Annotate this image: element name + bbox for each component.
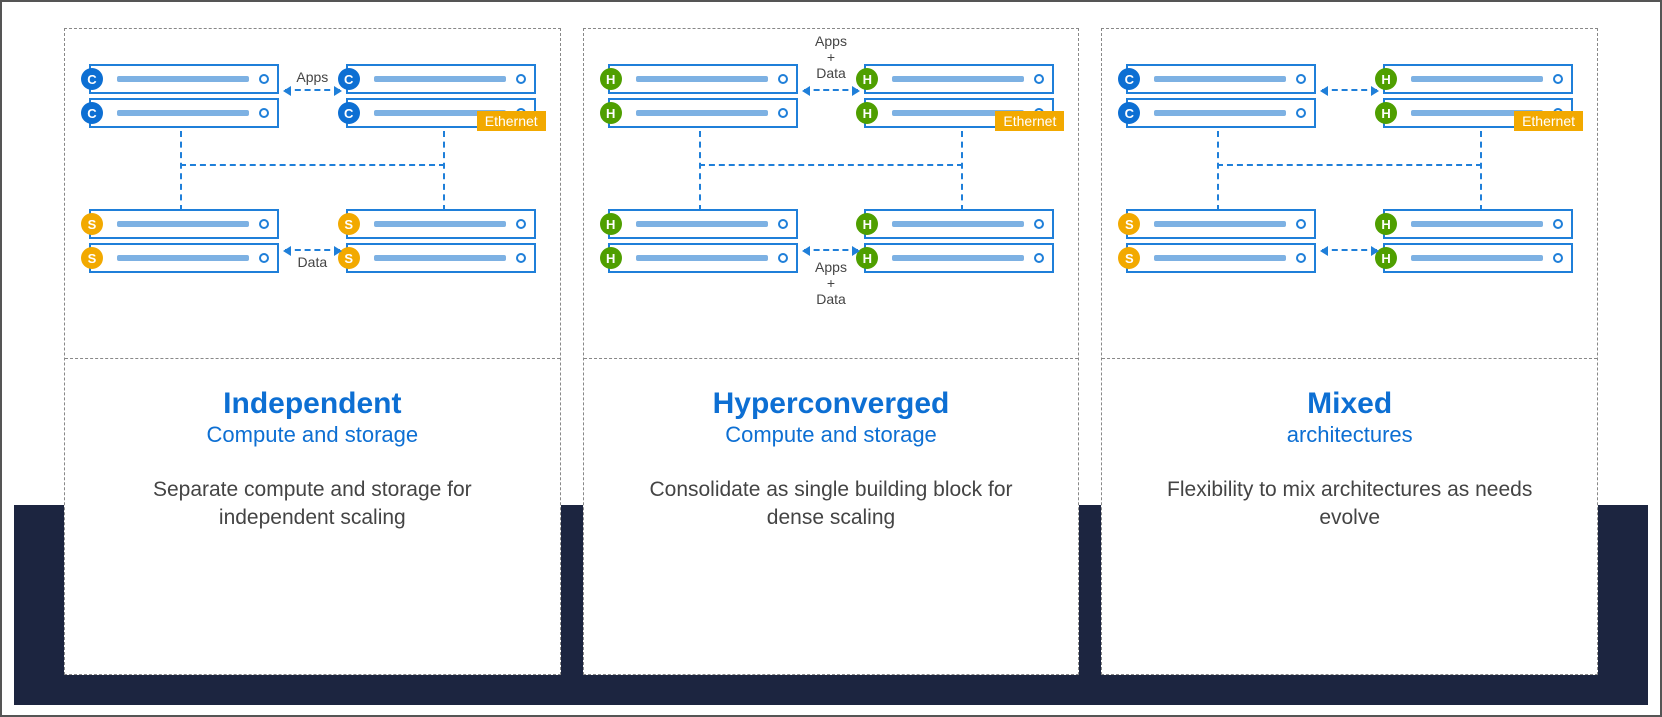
node-badge-hci: H — [1375, 102, 1397, 124]
panel-description: Consolidate as single building block for… — [631, 476, 1031, 533]
panel-title: Hyperconverged — [614, 387, 1049, 420]
link-vertical — [1480, 131, 1482, 211]
node-badge-hci: H — [600, 213, 622, 235]
panel-caption: Hyperconverged Compute and storage Conso… — [584, 359, 1079, 674]
server-node: H — [1383, 243, 1573, 273]
server-node: H — [864, 209, 1054, 239]
panel-title: Mixed — [1132, 387, 1567, 420]
link-horizontal — [699, 164, 964, 166]
panel-subtitle: Compute and storage — [95, 422, 530, 448]
link-label: Data — [75, 254, 550, 270]
server-node: H — [1383, 209, 1573, 239]
node-badge-hci: H — [1375, 213, 1397, 235]
node-badge-storage: S — [1118, 213, 1140, 235]
link-arrow — [285, 249, 340, 251]
panel-independent: C C C C S S S S — [64, 28, 561, 675]
diagram-frame: C C C C S S S S — [0, 0, 1662, 717]
link-vertical — [961, 131, 963, 211]
node-badge-compute: C — [1118, 102, 1140, 124]
server-node: C — [89, 98, 279, 128]
server-stack: H H — [1383, 209, 1573, 273]
node-badge-hci: H — [856, 102, 878, 124]
link-arrow — [1322, 249, 1377, 251]
link-label: Apps — [75, 69, 550, 85]
diagram-hyperconverged: H H H H H H H H — [584, 29, 1079, 359]
panel-caption: Mixed architectures Flexibility to mix a… — [1102, 359, 1597, 674]
panel-description: Separate compute and storage for indepen… — [112, 476, 512, 533]
server-node: S — [346, 209, 536, 239]
node-badge-storage: S — [338, 213, 360, 235]
server-stack: S S — [1126, 209, 1316, 273]
ethernet-label: Ethernet — [1514, 111, 1583, 131]
diagram-mixed: C C H H S S H H — [1102, 29, 1597, 359]
link-arrow — [804, 89, 859, 91]
link-vertical — [180, 131, 182, 211]
server-node: H — [1383, 64, 1573, 94]
server-node: S — [1126, 243, 1316, 273]
panel-subtitle: architectures — [1132, 422, 1567, 448]
panel-title: Independent — [95, 387, 530, 420]
link-vertical — [699, 131, 701, 211]
ethernet-label: Ethernet — [477, 111, 546, 131]
server-node: S — [1126, 209, 1316, 239]
panel-caption: Independent Compute and storage Separate… — [65, 359, 560, 674]
server-node: S — [89, 209, 279, 239]
link-arrow — [804, 249, 859, 251]
server-node: C — [1126, 98, 1316, 128]
panel-description: Flexibility to mix architectures as need… — [1150, 476, 1550, 533]
panel-subtitle: Compute and storage — [614, 422, 1049, 448]
ethernet-label: Ethernet — [995, 111, 1064, 131]
link-label: Apps + Data — [594, 33, 1069, 81]
node-badge-hci: H — [600, 102, 622, 124]
server-node: H — [608, 209, 798, 239]
link-horizontal — [1217, 164, 1482, 166]
link-vertical — [1217, 131, 1219, 211]
link-vertical — [443, 131, 445, 211]
panel-mixed: C C H H S S H H — [1101, 28, 1598, 675]
diagram-independent: C C C C S S S S — [65, 29, 560, 359]
node-badge-storage: S — [81, 213, 103, 235]
server-node: H — [608, 98, 798, 128]
cards-row: C C C C S S S S — [64, 28, 1598, 675]
server-node: C — [1126, 64, 1316, 94]
node-badge-compute: C — [1118, 68, 1140, 90]
link-label: Apps + Data — [594, 259, 1069, 307]
node-badge-compute: C — [338, 102, 360, 124]
node-badge-hci: H — [856, 213, 878, 235]
link-horizontal — [180, 164, 445, 166]
link-arrow — [1322, 89, 1377, 91]
node-badge-storage: S — [1118, 247, 1140, 269]
panel-hyperconverged: H H H H H H H H — [583, 28, 1080, 675]
link-arrow — [285, 89, 340, 91]
node-badge-compute: C — [81, 102, 103, 124]
server-stack: C C — [1126, 64, 1316, 128]
